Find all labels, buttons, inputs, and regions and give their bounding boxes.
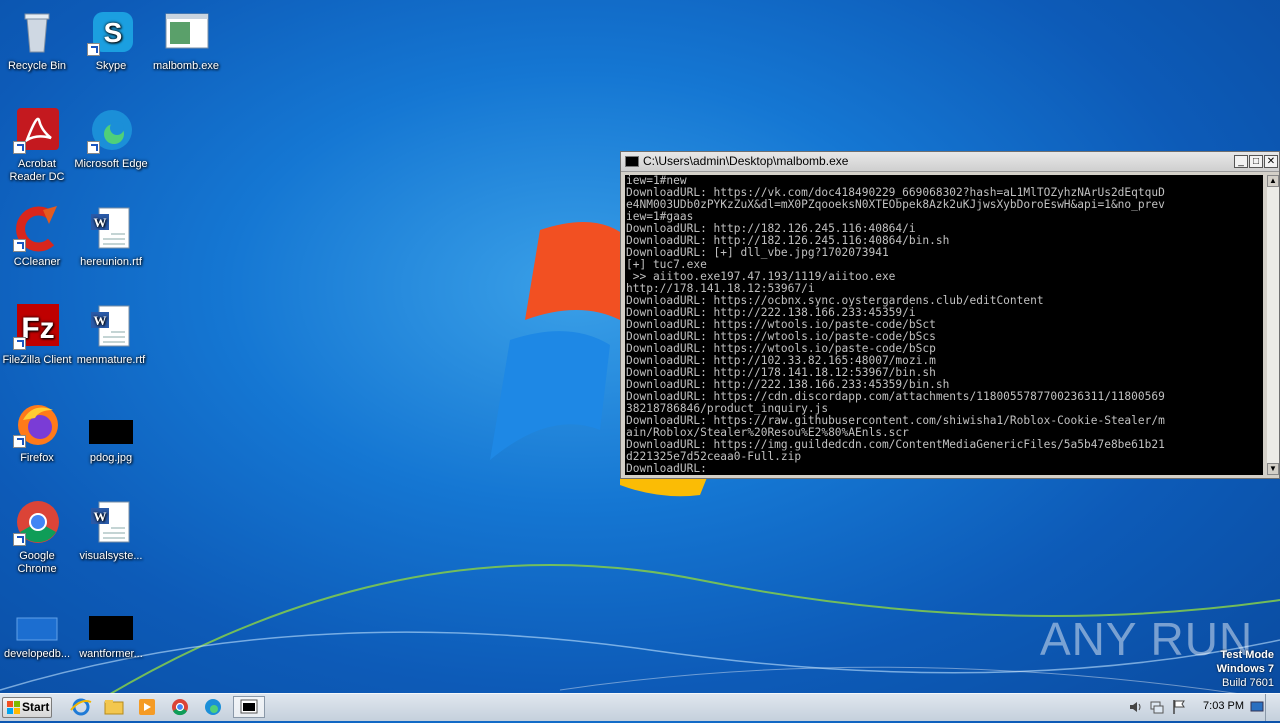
- shortcut-arrow-icon: [13, 533, 26, 546]
- build-line: Build 7601: [1222, 677, 1274, 689]
- windows-flag-icon: [7, 701, 20, 714]
- speaker-icon[interactable]: [1128, 700, 1142, 714]
- scroll-up-arrow-icon[interactable]: ▲: [1267, 175, 1279, 187]
- svg-text:W: W: [94, 215, 107, 230]
- window-title: C:\Users\admin\Desktop\malbomb.exe: [643, 154, 849, 168]
- console-line: e4NM003UDb0zPYKzZuX&dl=mX0PZqooeksN0XTEO…: [626, 198, 1165, 211]
- chrome-icon[interactable]: [167, 696, 193, 718]
- edge-icon[interactable]: [200, 696, 226, 718]
- desktop-icon-label: menmature.rtf: [76, 354, 146, 366]
- desktop-icon-malbomb[interactable]: malbomb.exe: [149, 8, 223, 73]
- desktop-icon-firefox[interactable]: Firefox: [0, 400, 74, 465]
- console-line: DownloadURL: [+] dll_vbe.jpg?1702073941: [626, 246, 889, 259]
- taskbar: Start 7:03 PM: [0, 693, 1280, 721]
- desktop-icon-label: Microsoft Edge: [74, 158, 148, 170]
- desktop-icon-label: FileZilla Client: [2, 354, 72, 366]
- shortcut-arrow-icon: [13, 337, 26, 350]
- desktop-icon-label: hereunion.rtf: [80, 256, 142, 268]
- desktop-icon-label: developedb...: [3, 648, 71, 660]
- console-taskbar-button[interactable]: [233, 696, 265, 718]
- desktop-icon-filezilla[interactable]: Fz FileZilla Client: [0, 302, 74, 367]
- console-icon: [625, 156, 639, 167]
- desktop-icon-skype[interactable]: S Skype: [74, 8, 148, 73]
- filezilla-icon: Fz: [13, 302, 61, 350]
- shortcut-arrow-icon: [87, 141, 100, 154]
- console-titlebar[interactable]: C:\Users\admin\Desktop\malbomb.exe _ □ ✕: [621, 152, 1279, 172]
- windows-version-line: Windows 7: [1216, 663, 1274, 675]
- shortcut-arrow-icon: [13, 435, 26, 448]
- desktop-icon-wantformer[interactable]: wantformer...: [74, 596, 148, 661]
- desktop-icon-edge[interactable]: Microsoft Edge: [74, 106, 148, 171]
- firefox-icon: [13, 400, 61, 448]
- recycle-bin-icon: [13, 8, 61, 56]
- desktop-icon-label: Google Chrome: [17, 550, 57, 575]
- display-icon[interactable]: [1250, 700, 1264, 714]
- desktop-icon-acrobat[interactable]: Acrobat Reader DC: [0, 106, 74, 184]
- minimize-button[interactable]: _: [1234, 155, 1248, 168]
- svg-text:Fz: Fz: [21, 312, 54, 345]
- image-thumbnail-icon: [87, 400, 135, 448]
- svg-text:W: W: [94, 509, 107, 524]
- desktop-icon-developedb[interactable]: developedb...: [0, 596, 74, 661]
- action-center-flag-icon[interactable]: [1172, 699, 1186, 715]
- test-mode-line: Test Mode: [1220, 649, 1274, 661]
- desktop-icon-label: pdog.jpg: [89, 452, 133, 464]
- desktop-icon-ccleaner[interactable]: CCleaner: [0, 204, 74, 269]
- show-desktop-button[interactable]: [1265, 694, 1280, 721]
- desktop-icon-pdog[interactable]: pdog.jpg: [74, 400, 148, 465]
- malbomb-exe-icon: [162, 8, 210, 56]
- close-button[interactable]: ✕: [1264, 155, 1278, 168]
- shortcut-arrow-icon: [13, 239, 26, 252]
- vertical-scrollbar[interactable]: ▲ ▼: [1267, 175, 1279, 475]
- media-player-icon[interactable]: [134, 696, 160, 718]
- start-label: Start: [22, 700, 50, 714]
- start-button[interactable]: Start: [2, 697, 52, 718]
- desktop-icon-label: wantformer...: [79, 648, 143, 660]
- desktop-icon-label: Firefox: [20, 452, 54, 464]
- console-window[interactable]: C:\Users\admin\Desktop\malbomb.exe _ □ ✕…: [620, 151, 1280, 479]
- console-output[interactable]: iew=1#new DownloadURL: https://vk.com/doc…: [625, 175, 1263, 475]
- taskbar-clock[interactable]: 7:03 PM: [1203, 700, 1244, 712]
- desktop-icon-label: visualsyste...: [79, 550, 143, 562]
- console-icon: [240, 699, 258, 714]
- desktop-icon-label: Skype: [95, 60, 127, 72]
- console-line: d221325e7d52ceaa0-Full.zip: [626, 450, 802, 463]
- image-thumbnail-icon: [87, 596, 135, 644]
- desktop-icon-label: malbomb.exe: [152, 60, 220, 72]
- shortcut-arrow-icon: [13, 141, 26, 154]
- acrobat-reader-icon: [13, 106, 61, 154]
- desktop-icon-chrome[interactable]: Google Chrome: [0, 498, 74, 576]
- desktop-icon-menmature[interactable]: W menmature.rtf: [74, 302, 148, 367]
- system-tray: 7:03 PM: [1120, 694, 1280, 721]
- desktop-icon-label: Acrobat Reader DC: [9, 158, 65, 183]
- internet-explorer-icon[interactable]: [68, 696, 94, 718]
- maximize-button[interactable]: □: [1249, 155, 1263, 168]
- shortcut-arrow-icon: [87, 43, 100, 56]
- desktop-icon-label: CCleaner: [13, 256, 61, 268]
- skype-icon: S: [87, 8, 135, 56]
- desktop-icon-visualsystem[interactable]: W visualsyste...: [74, 498, 148, 563]
- desktop-icon-hereunion[interactable]: W hereunion.rtf: [74, 204, 148, 269]
- desktop-icon-recycle-bin[interactable]: Recycle Bin: [0, 8, 74, 73]
- microsoft-edge-icon: [87, 106, 135, 154]
- word-document-icon: W: [87, 302, 135, 350]
- scroll-down-arrow-icon[interactable]: ▼: [1267, 463, 1279, 475]
- console-line: DownloadURL:: [626, 462, 714, 475]
- file-explorer-icon[interactable]: [101, 696, 127, 718]
- google-chrome-icon: [13, 498, 61, 546]
- blank-file-icon: [13, 596, 61, 644]
- test-mode-notice: Test Mode Windows 7 Build 7601: [1217, 648, 1274, 690]
- network-icon[interactable]: [1150, 700, 1164, 714]
- svg-text:W: W: [94, 313, 107, 328]
- desktop-icon-label: Recycle Bin: [7, 60, 67, 72]
- word-document-icon: W: [87, 498, 135, 546]
- svg-text:S: S: [104, 17, 123, 48]
- ccleaner-icon: [13, 204, 61, 252]
- word-document-icon: W: [87, 204, 135, 252]
